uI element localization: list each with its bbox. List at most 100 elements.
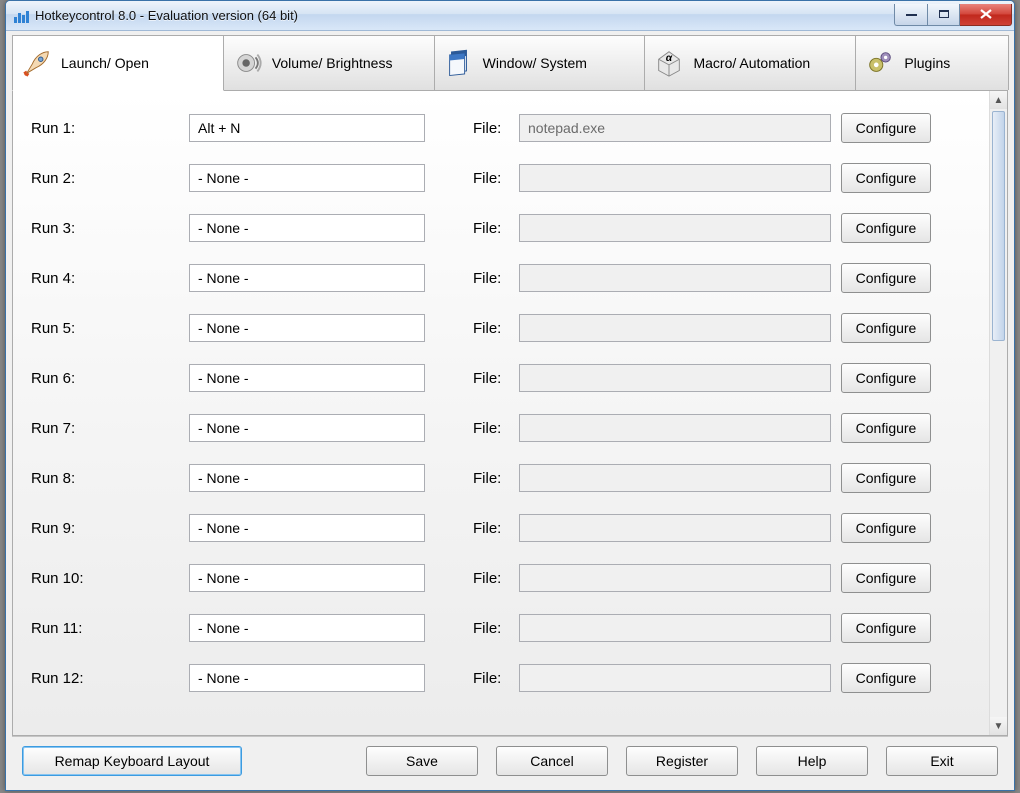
configure-button[interactable]: Configure bbox=[841, 463, 931, 493]
run-label: Run 10: bbox=[31, 570, 189, 587]
configure-button[interactable]: Configure bbox=[841, 113, 931, 143]
hotkey-input[interactable] bbox=[189, 414, 425, 442]
configure-button[interactable]: Configure bbox=[841, 413, 931, 443]
register-button[interactable]: Register bbox=[626, 746, 738, 776]
configure-button[interactable]: Configure bbox=[841, 613, 931, 643]
file-input[interactable] bbox=[519, 364, 831, 392]
run-label: Run 1: bbox=[31, 120, 189, 137]
run-label: Run 11: bbox=[31, 620, 189, 637]
file-label: File: bbox=[473, 470, 519, 487]
window-icon bbox=[443, 47, 475, 79]
file-input[interactable] bbox=[519, 414, 831, 442]
hotkey-input[interactable] bbox=[189, 464, 425, 492]
hotkey-input[interactable] bbox=[189, 214, 425, 242]
hotkey-input[interactable] bbox=[189, 314, 425, 342]
gears-icon bbox=[864, 47, 896, 79]
run-label: Run 9: bbox=[31, 520, 189, 537]
footer-bar: Remap Keyboard Layout Save Cancel Regist… bbox=[12, 736, 1008, 784]
tab-panel: Run 1:File:ConfigureRun 2:File:Configure… bbox=[12, 91, 1008, 736]
speaker-icon bbox=[232, 47, 264, 79]
file-label: File: bbox=[473, 520, 519, 537]
file-input[interactable] bbox=[519, 164, 831, 192]
file-input[interactable] bbox=[519, 564, 831, 592]
file-label: File: bbox=[473, 570, 519, 587]
scroll-down-arrow[interactable]: ▼ bbox=[990, 717, 1007, 735]
file-input[interactable] bbox=[519, 514, 831, 542]
tab-label: Macro/ Automation bbox=[693, 55, 810, 71]
tab-launch-open[interactable]: Launch/ Open bbox=[12, 35, 224, 91]
configure-button[interactable]: Configure bbox=[841, 163, 931, 193]
exit-button[interactable]: Exit bbox=[886, 746, 998, 776]
file-input[interactable] bbox=[519, 614, 831, 642]
run-label: Run 12: bbox=[31, 670, 189, 687]
hotkey-input[interactable] bbox=[189, 264, 425, 292]
application-window: Hotkeycontrol 8.0 - Evaluation version (… bbox=[5, 0, 1015, 791]
hotkey-row: Run 4:File:Configure bbox=[31, 253, 971, 303]
minimize-button[interactable] bbox=[894, 4, 927, 26]
configure-button[interactable]: Configure bbox=[841, 213, 931, 243]
hotkey-input[interactable] bbox=[189, 164, 425, 192]
file-input[interactable] bbox=[519, 464, 831, 492]
file-label: File: bbox=[473, 620, 519, 637]
file-input[interactable] bbox=[519, 114, 831, 142]
remap-keyboard-button[interactable]: Remap Keyboard Layout bbox=[22, 746, 242, 776]
help-button[interactable]: Help bbox=[756, 746, 868, 776]
hotkey-input[interactable] bbox=[189, 564, 425, 592]
file-label: File: bbox=[473, 220, 519, 237]
hotkey-row: Run 9: File: Configure bbox=[31, 503, 971, 553]
run-label: Run 7: bbox=[31, 420, 189, 437]
file-label: File: bbox=[473, 420, 519, 437]
configure-button[interactable]: Configure bbox=[841, 263, 931, 293]
app-icon bbox=[14, 9, 29, 23]
close-button[interactable] bbox=[960, 4, 1012, 26]
file-input[interactable] bbox=[519, 664, 831, 692]
run-label: Run 6: bbox=[31, 370, 189, 387]
hotkey-input[interactable] bbox=[189, 614, 425, 642]
window-controls bbox=[894, 4, 1012, 26]
file-input[interactable] bbox=[519, 314, 831, 342]
hotkey-row: Run 1: File: Configure bbox=[31, 103, 971, 153]
configure-button[interactable]: Configure bbox=[841, 513, 931, 543]
save-button[interactable]: Save bbox=[366, 746, 478, 776]
configure-button[interactable]: Configure bbox=[841, 313, 931, 343]
file-label: File: bbox=[473, 120, 519, 137]
hotkey-input[interactable] bbox=[189, 364, 425, 392]
configure-button[interactable]: Configure bbox=[841, 363, 931, 393]
tab-window-system[interactable]: Window/ System bbox=[434, 35, 646, 90]
tab-macro-automation[interactable]: α Macro/ Automation bbox=[644, 35, 856, 90]
hotkey-row: Run 10: File: Configure bbox=[31, 553, 971, 603]
file-label: File: bbox=[473, 170, 519, 187]
file-input[interactable] bbox=[519, 264, 831, 292]
hotkey-row: Run 5:File:Configure bbox=[31, 303, 971, 353]
tab-volume-brightness[interactable]: Volume/ Brightness bbox=[223, 35, 435, 90]
window-title: Hotkeycontrol 8.0 - Evaluation version (… bbox=[35, 8, 894, 23]
hotkey-input[interactable] bbox=[189, 514, 425, 542]
vertical-scrollbar[interactable]: ▲ ▼ bbox=[989, 91, 1007, 735]
hotkey-row: Run 3: File: Configure bbox=[31, 203, 971, 253]
file-input[interactable] bbox=[519, 214, 831, 242]
scroll-up-arrow[interactable]: ▲ bbox=[990, 91, 1007, 109]
run-label: Run 8: bbox=[31, 470, 189, 487]
hotkey-row: Run 2:File:Configure bbox=[31, 153, 971, 203]
hotkey-row: Run 12:File:Configure bbox=[31, 653, 971, 703]
tab-strip: Launch/ Open Volume/ Brightness Window/ … bbox=[12, 35, 1008, 91]
rocket-icon bbox=[21, 47, 53, 79]
configure-button[interactable]: Configure bbox=[841, 663, 931, 693]
maximize-button[interactable] bbox=[927, 4, 960, 26]
tab-label: Plugins bbox=[904, 55, 950, 71]
run-label: Run 3: bbox=[31, 220, 189, 237]
run-label: Run 4: bbox=[31, 270, 189, 287]
cancel-button[interactable]: Cancel bbox=[496, 746, 608, 776]
configure-button[interactable]: Configure bbox=[841, 563, 931, 593]
file-label: File: bbox=[473, 370, 519, 387]
titlebar[interactable]: Hotkeycontrol 8.0 - Evaluation version (… bbox=[6, 1, 1014, 31]
hotkey-row: Run 11: File: Configure bbox=[31, 603, 971, 653]
hotkey-input[interactable] bbox=[189, 114, 425, 142]
hotkey-row: Run 8: File: Configure bbox=[31, 453, 971, 503]
hotkey-row: Run 6: File: Configure bbox=[31, 353, 971, 403]
hotkey-input[interactable] bbox=[189, 664, 425, 692]
hotkeys-list: Run 1:File:ConfigureRun 2:File:Configure… bbox=[13, 91, 989, 735]
run-label: Run 5: bbox=[31, 320, 189, 337]
scroll-thumb[interactable] bbox=[992, 111, 1005, 341]
tab-plugins[interactable]: Plugins bbox=[855, 35, 1009, 90]
